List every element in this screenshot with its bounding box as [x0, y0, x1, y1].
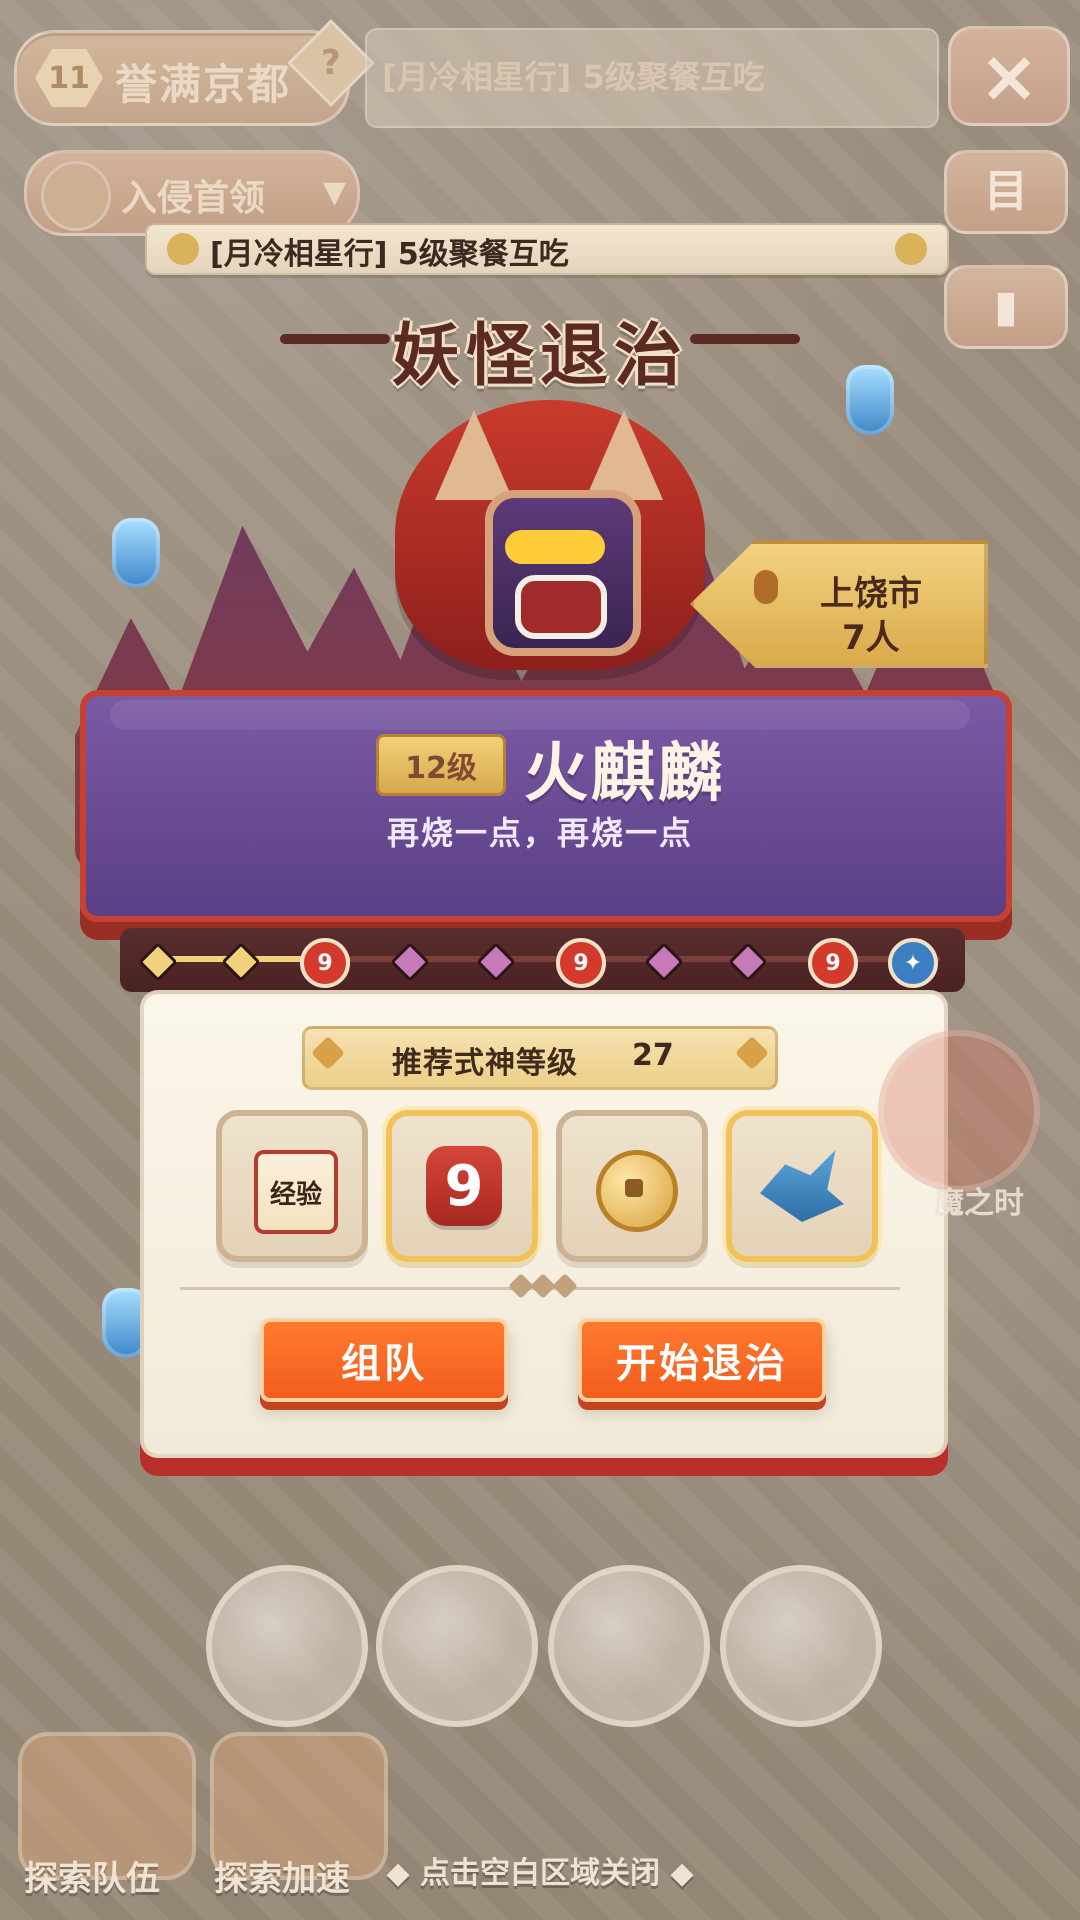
- boss-level: 12级: [405, 751, 477, 786]
- boss-quote: 再烧一点，再烧一点: [386, 814, 693, 852]
- close-icon: ×: [978, 34, 1040, 118]
- area-name: 誉满京都: [115, 60, 292, 109]
- team-button-label: 组队: [341, 1341, 427, 1387]
- boss-level-badge: 12级: [376, 734, 506, 796]
- quest-text: [月冷相星行] 5级聚餐互吃: [210, 237, 569, 272]
- team-button[interactable]: 组队: [260, 1318, 508, 1402]
- flower-icon-left: [167, 233, 199, 265]
- boss-eyes: [505, 530, 605, 564]
- close-button[interactable]: ×: [948, 26, 1070, 126]
- boss-illustration: [325, 370, 775, 730]
- bird-charm-icon: [760, 1150, 844, 1222]
- reward-bird-charm[interactable]: [726, 1110, 878, 1262]
- progress-milestone-icon: 9: [556, 938, 606, 988]
- progress-boss-icon: ✦: [888, 938, 938, 988]
- boss-name: 火麒麟: [524, 737, 725, 811]
- team-portrait: [720, 1565, 882, 1727]
- blue-flame-icon: [846, 365, 894, 435]
- team-portrait: [376, 1565, 538, 1727]
- location-city: 上饶市: [820, 574, 922, 614]
- progress-milestone-icon: 9: [300, 938, 350, 988]
- recommended-level-label: 推荐式神等级: [392, 1046, 578, 1081]
- nine-token-icon: 9: [426, 1146, 502, 1226]
- book-icon: 目: [984, 166, 1028, 217]
- team-portrait: [548, 1565, 710, 1727]
- exp-scroll-icon: 经验: [254, 1150, 338, 1234]
- reward-coin[interactable]: [556, 1110, 708, 1262]
- area-pill[interactable]: 11 誉满京都: [14, 30, 350, 126]
- question-mark-icon: ?: [321, 42, 341, 83]
- chevron-down-icon: ▼: [323, 175, 347, 210]
- team-portrait: [206, 1565, 368, 1727]
- blue-flame-icon: [112, 518, 160, 588]
- area-level: 11: [48, 60, 90, 96]
- boss-mouth: [515, 575, 607, 639]
- exp-label: 经验: [269, 1179, 322, 1210]
- side-event-label: 魔之时: [934, 1186, 1024, 1221]
- top-banner-text: [月冷相星行] 5级聚餐互吃: [382, 58, 765, 96]
- side-book-button[interactable]: 目: [944, 150, 1068, 234]
- coin-icon: [596, 1150, 678, 1232]
- side-event-icon[interactable]: [878, 1030, 1040, 1192]
- recommended-level-value: 27: [632, 1038, 674, 1073]
- progress-milestone-icon: 9: [808, 938, 858, 988]
- invasion-label: 入侵首领: [121, 178, 266, 219]
- flower-icon-right: [895, 233, 927, 265]
- title-right-ornament: [690, 334, 800, 344]
- reward-nine-token[interactable]: 9: [386, 1110, 538, 1262]
- location-pin-icon: [754, 570, 778, 604]
- start-button-label: 开始退治: [616, 1341, 788, 1387]
- location-player-count: 7人: [842, 618, 900, 658]
- start-subjugation-button[interactable]: 开始退治: [578, 1318, 826, 1402]
- area-level-badge: 11: [35, 49, 103, 107]
- boss-mask-icon: [41, 161, 111, 231]
- nine-token-label: 9: [444, 1153, 484, 1219]
- close-hint: ◆ 点击空白区域关闭 ◆: [386, 1856, 694, 1891]
- reward-exp[interactable]: 经验: [216, 1110, 368, 1262]
